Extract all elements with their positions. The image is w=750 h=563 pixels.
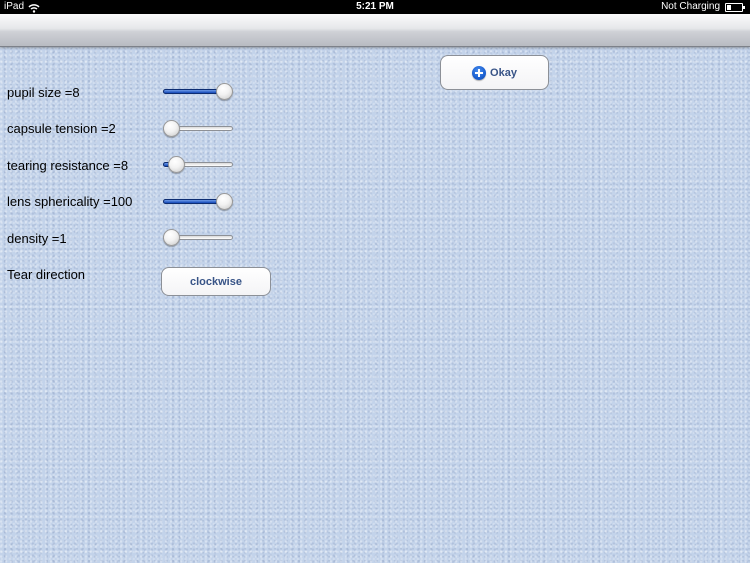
status-right: Not Charging	[661, 0, 746, 14]
tearing-resistance-label: tearing resistance =8	[7, 158, 129, 173]
lens-sphericality-label: lens sphericality =100	[7, 194, 133, 209]
battery-icon	[725, 2, 745, 12]
lens-sphericality-slider[interactable]	[163, 191, 233, 213]
density-slider[interactable]	[163, 227, 233, 249]
battery-status: Not Charging	[661, 1, 720, 12]
status-time: 5:21 PM	[356, 1, 394, 12]
pupil-size-label: pupil size =8	[7, 85, 80, 100]
tear-direction-value: clockwise	[190, 275, 242, 288]
plus-circle-icon	[472, 65, 487, 80]
capsule-tension-slider[interactable]	[163, 118, 233, 140]
tear-direction-button[interactable]: clockwise	[161, 267, 271, 296]
slider-thumb[interactable]	[163, 229, 180, 246]
capsule-tension-label: capsule tension =2	[7, 121, 116, 136]
tearing-resistance-slider[interactable]	[163, 154, 233, 176]
slider-thumb[interactable]	[216, 83, 233, 100]
tear-direction-label: Tear direction	[7, 267, 86, 282]
density-label: density =1	[7, 231, 67, 246]
slider-thumb[interactable]	[216, 193, 233, 210]
okay-button-label: Okay	[490, 66, 517, 79]
slider-thumb[interactable]	[168, 156, 186, 173]
okay-button[interactable]: Okay	[440, 55, 549, 90]
navigation-bar	[0, 14, 750, 47]
status-bar: iPad 5:21 PM Not Charging	[0, 0, 750, 14]
pupil-size-slider[interactable]	[163, 81, 233, 103]
slider-thumb[interactable]	[163, 120, 180, 137]
